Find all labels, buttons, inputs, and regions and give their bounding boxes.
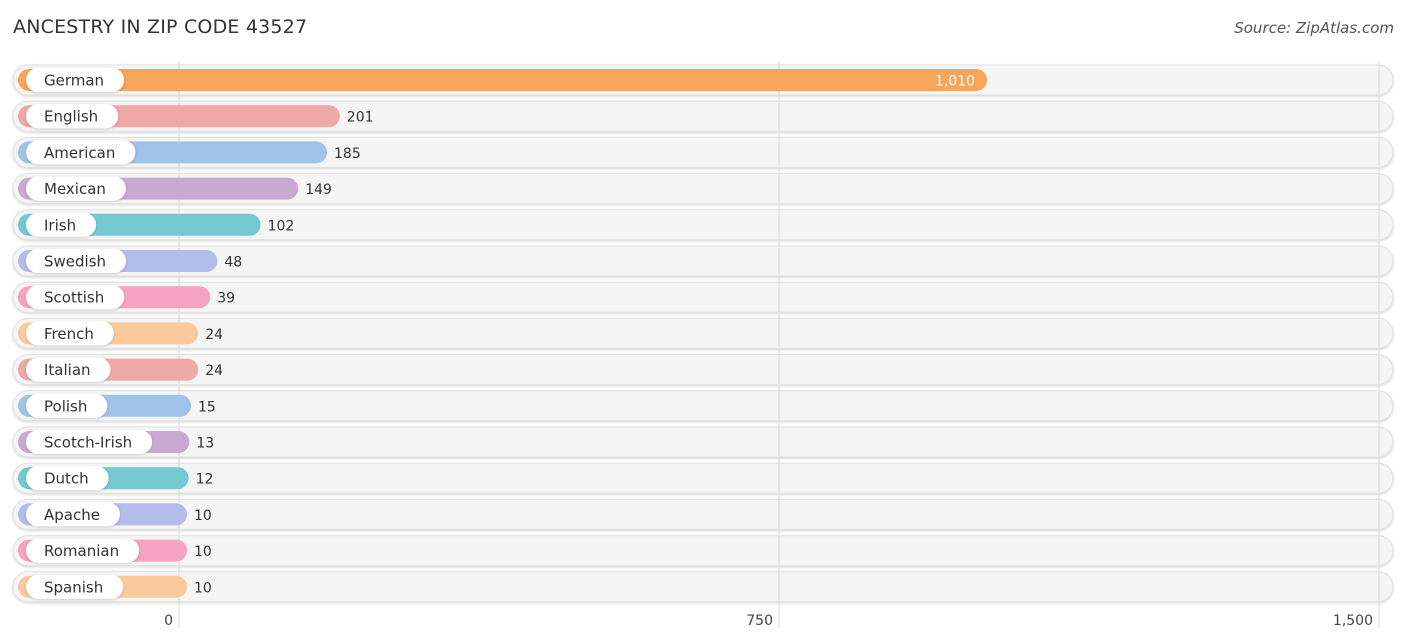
category-label: Polish: [44, 397, 87, 415]
value-label: 149: [305, 182, 332, 198]
bar-row: Mexican 149: [18, 176, 332, 201]
category-label: Italian: [44, 361, 91, 379]
bar-row: Apache 10: [18, 502, 212, 527]
bar-row: English 201: [18, 104, 374, 129]
category-label: Apache: [44, 506, 100, 524]
bar-row: French 24: [18, 321, 223, 346]
category-label: American: [44, 144, 115, 162]
bar-row: Polish 15: [18, 393, 216, 418]
value-label: 24: [205, 327, 223, 343]
category-label: German: [44, 72, 104, 90]
bar-row: Irish 102: [18, 212, 295, 237]
value-label: 201: [347, 110, 374, 126]
value-label: 39: [217, 291, 235, 307]
category-label: Scottish: [44, 289, 104, 307]
category-label: French: [44, 325, 94, 343]
category-label: Mexican: [44, 180, 106, 198]
x-tick-label: 0: [164, 613, 173, 629]
bar-track: [12, 426, 1394, 458]
category-label: Swedish: [44, 253, 106, 271]
category-label: Scotch-Irish: [44, 434, 132, 452]
category-label: English: [44, 108, 98, 126]
bar-chart: German 1,010 English 201 American 185 Mexican 1…: [12, 62, 1394, 629]
bar: [18, 69, 987, 91]
value-label: 48: [224, 255, 242, 271]
bar-row: Romanian 10: [18, 538, 212, 563]
category-label: Romanian: [44, 542, 119, 560]
value-label: 13: [196, 436, 214, 452]
category-label: Spanish: [44, 578, 103, 596]
value-label: 102: [268, 218, 295, 234]
category-label: Irish: [44, 216, 76, 234]
bar-row: Dutch 12: [18, 466, 214, 491]
bar-row: Scotch-Irish 13: [18, 430, 214, 454]
value-label: 15: [198, 399, 216, 415]
bar-track: [12, 498, 1394, 530]
value-label: 185: [334, 146, 361, 162]
bar-row: German 1,010: [18, 68, 987, 92]
value-label: 24: [205, 363, 223, 379]
bar-row: Scottish 39: [18, 285, 235, 310]
bar-track: [12, 390, 1394, 422]
value-label: 10: [194, 544, 212, 560]
bar-row: Spanish 10: [18, 574, 212, 599]
bar-row: American 185: [18, 140, 361, 165]
value-label: 10: [194, 508, 212, 524]
x-tick-label: 1,500: [1333, 613, 1373, 629]
value-label: 10: [194, 580, 212, 596]
x-tick-label: 750: [746, 613, 773, 629]
bar-track: [12, 245, 1394, 277]
bar-row: Swedish 48: [18, 249, 242, 273]
bar-track: [12, 571, 1394, 603]
value-label: 12: [196, 472, 214, 488]
bar-track: [12, 535, 1394, 567]
bar-track: [12, 462, 1394, 494]
value-label: 1,010: [935, 74, 975, 90]
category-label: Dutch: [44, 470, 89, 488]
bar-row: Italian 24: [18, 357, 223, 382]
